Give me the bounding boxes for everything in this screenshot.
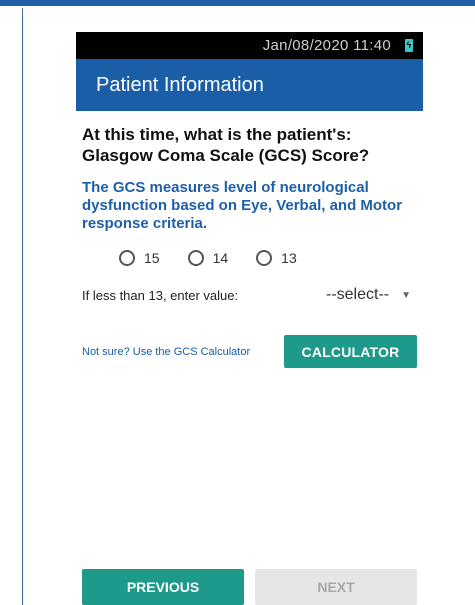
gcs-value-dropdown[interactable]: --select-- ▼ — [326, 286, 417, 304]
gcs-radio-group: 15 14 13 — [82, 250, 417, 266]
calculator-row: Not sure? Use the GCS Calculator CALCULA… — [82, 335, 417, 368]
window-left-border — [22, 8, 23, 605]
question-line-1: At this time, what is the patient's: — [82, 125, 352, 144]
radio-option-15[interactable]: 15 — [119, 250, 160, 266]
calculator-button[interactable]: CALCULATOR — [284, 335, 417, 368]
radio-label: 15 — [144, 250, 160, 266]
previous-button[interactable]: PREVIOUS — [82, 569, 244, 605]
battery-charging-icon: ϟ — [405, 39, 413, 52]
gcs-info-text: The GCS measures level of neurological d… — [82, 179, 403, 232]
app-bar: Patient Information — [76, 59, 423, 111]
status-time: Jan/08/2020 11:40 — [262, 37, 391, 54]
radio-unchecked-icon[interactable] — [187, 250, 204, 266]
dropdown-selected-value: --select-- — [325, 286, 390, 303]
dropdown-arrow-icon: ▼ — [401, 289, 411, 301]
radio-option-14[interactable]: 14 — [187, 250, 229, 266]
question-heading: At this time, what is the patient's: Gla… — [82, 124, 417, 166]
question-line-2: Glasgow Coma Scale (GCS) Score? — [82, 146, 370, 165]
phone-screen: Jan/08/2020 11:40 ϟ Patient Information … — [76, 32, 423, 605]
radio-label: 13 — [281, 250, 297, 266]
gcs-calculator-link[interactable]: Not sure? Use the GCS Calculator — [82, 346, 250, 358]
radio-unchecked-icon[interactable] — [119, 250, 135, 266]
navigation-bar: PREVIOUS NEXT — [82, 569, 417, 605]
page-title: Patient Information — [96, 73, 264, 96]
lower-value-label: If less than 13, enter value: — [82, 287, 239, 303]
radio-label: 14 — [212, 250, 229, 266]
window-top-border — [0, 0, 475, 6]
radio-unchecked-icon[interactable] — [256, 250, 273, 266]
radio-option-13[interactable]: 13 — [256, 250, 297, 266]
status-bar: Jan/08/2020 11:40 ϟ — [76, 32, 423, 59]
form-content: At this time, what is the patient's: Gla… — [76, 124, 423, 368]
next-button[interactable]: NEXT — [255, 569, 417, 605]
lower-value-row: If less than 13, enter value: --select--… — [82, 286, 417, 304]
